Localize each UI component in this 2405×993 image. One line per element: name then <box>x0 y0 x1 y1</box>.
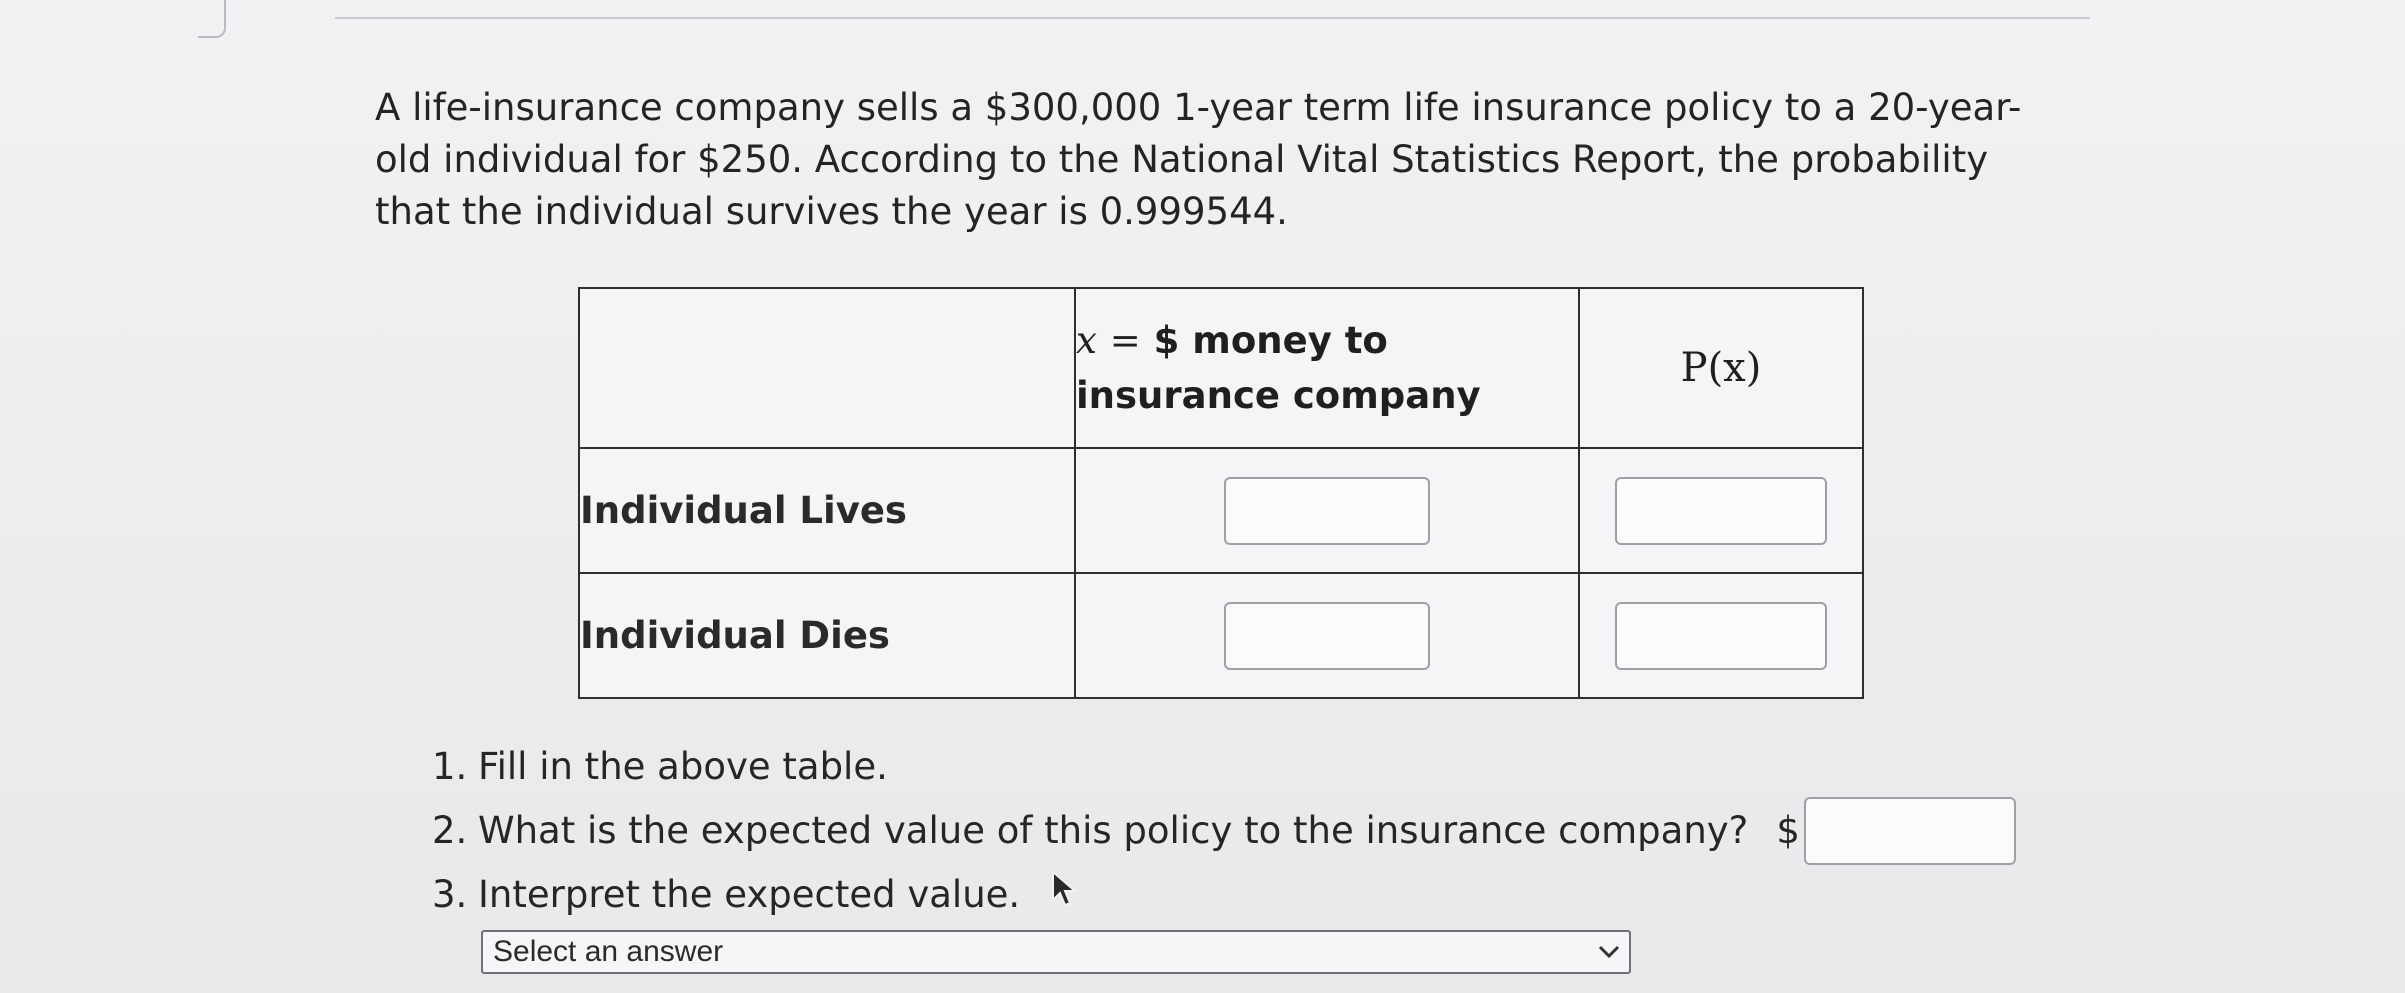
chevron-down-icon <box>1589 945 1629 959</box>
lives-p-cell <box>1578 447 1864 574</box>
header-empty-cell <box>578 287 1076 449</box>
probability-table: x = $ money to insurance company P(x) In… <box>578 287 1864 699</box>
header-x-symbol: x <box>1076 319 1097 362</box>
dies-p-cell <box>1578 572 1864 699</box>
dies-p-input[interactable] <box>1615 601 1827 670</box>
list-item: 1. Fill in the above table. <box>432 735 2016 799</box>
corner-bracket <box>198 0 226 38</box>
header-money-cell: x = $ money to insurance company <box>1074 287 1580 449</box>
divider <box>335 17 2090 19</box>
header-equals: = <box>1109 319 1141 362</box>
list-item: 2. What is the expected value of this po… <box>432 797 2016 865</box>
table-header-row: x = $ money to insurance company P(x) <box>578 287 1864 449</box>
question-text: A life-insurance company sells a $300,00… <box>375 86 2022 233</box>
item-text: Fill in the above table. <box>478 745 888 788</box>
item-number: 1. <box>432 745 468 788</box>
header-px-cell: P(x) <box>1578 287 1864 449</box>
row-label-lives: Individual Lives <box>578 447 1076 574</box>
lives-p-input[interactable] <box>1615 476 1827 545</box>
select-value: Select an answer <box>493 935 724 968</box>
table-row: Individual Lives <box>578 447 1864 574</box>
header-money-label-b: insurance company <box>1076 374 1481 417</box>
dollar-prefix: $ <box>1776 809 1800 852</box>
list-item: 3. Interpret the expected value. <box>432 863 2016 927</box>
mouse-pointer-icon <box>1052 870 1078 907</box>
header-money-label-a: $ money to <box>1153 319 1388 362</box>
table-row: Individual Dies <box>578 572 1864 699</box>
interpret-select[interactable]: Select an answer <box>481 930 1631 974</box>
item-text: What is the expected value of this polic… <box>478 809 1749 852</box>
dies-x-cell <box>1074 572 1580 699</box>
header-px-label: P(x) <box>1680 345 1762 391</box>
page: A life-insurance company sells a $300,00… <box>0 0 2405 993</box>
instruction-list: 1. Fill in the above table. 2. What is t… <box>432 735 2016 927</box>
expected-value-input[interactable] <box>1803 797 2016 865</box>
row-label-dies: Individual Dies <box>578 572 1076 699</box>
lives-x-input[interactable] <box>1224 476 1430 545</box>
item-text: Interpret the expected value. <box>478 873 1021 916</box>
dies-x-input[interactable] <box>1224 601 1430 670</box>
item-number: 2. <box>432 809 468 852</box>
lives-x-cell <box>1074 447 1580 574</box>
item-number: 3. <box>432 873 468 916</box>
